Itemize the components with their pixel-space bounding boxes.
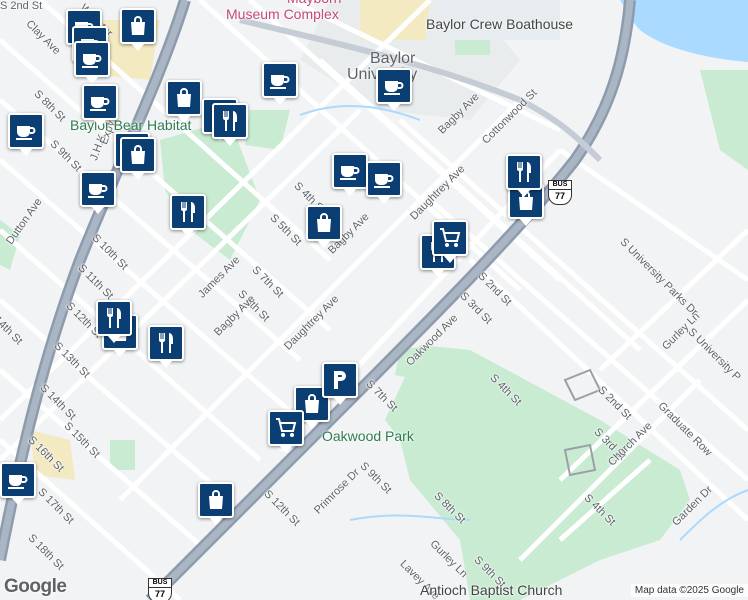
map-marker-restaurant[interactable] bbox=[212, 103, 248, 146]
place-label[interactable]: Baylor Crew Boathouse bbox=[426, 16, 573, 32]
map-marker-grocery-cart[interactable] bbox=[432, 220, 468, 263]
google-logo: Google bbox=[4, 576, 67, 597]
map-marker-restaurant[interactable] bbox=[148, 325, 184, 368]
map-marker-coffee[interactable] bbox=[376, 68, 412, 111]
map-marker-restaurant[interactable] bbox=[170, 194, 206, 237]
street-label: S 2nd St bbox=[0, 0, 43, 12]
map-marker-grocery-cart[interactable] bbox=[268, 410, 304, 453]
shield-number: 77 bbox=[548, 189, 572, 205]
map-marker-coffee[interactable] bbox=[74, 41, 110, 84]
map-marker-shopping-bag[interactable] bbox=[306, 205, 342, 248]
map-canvas[interactable]: Clay AveWebsterS 8th StS 9th StJ.H.KExpy… bbox=[0, 0, 748, 600]
map-marker-coffee[interactable] bbox=[82, 84, 118, 127]
map-marker-coffee[interactable] bbox=[80, 171, 116, 214]
highway-shield: BUS 77 bbox=[548, 180, 572, 205]
map-marker-restaurant[interactable] bbox=[96, 300, 132, 343]
map-marker-shopping-bag[interactable] bbox=[120, 8, 156, 51]
map-marker-coffee[interactable] bbox=[262, 62, 298, 105]
place-label[interactable]: Oakwood Park bbox=[322, 428, 414, 444]
map-marker-shopping-bag[interactable] bbox=[120, 137, 156, 180]
map-marker-coffee[interactable] bbox=[0, 462, 36, 505]
shield-number: 77 bbox=[148, 587, 172, 600]
map-attribution[interactable]: Map data ©2025 Google bbox=[630, 584, 748, 597]
place-label[interactable]: Museum Complex bbox=[226, 6, 339, 22]
highway-shield: BUS 77 bbox=[148, 578, 172, 600]
map-marker-coffee[interactable] bbox=[366, 161, 402, 204]
map-marker-coffee[interactable] bbox=[332, 153, 368, 196]
map-marker-restaurant[interactable] bbox=[506, 154, 542, 197]
map-marker-shopping-bag[interactable] bbox=[198, 482, 234, 525]
map-marker-shopping-bag[interactable] bbox=[166, 80, 202, 123]
map-marker-coffee[interactable] bbox=[8, 113, 44, 156]
map-marker-parking[interactable] bbox=[322, 362, 358, 405]
place-label[interactable]: Antioch Baptist Church bbox=[420, 582, 562, 598]
